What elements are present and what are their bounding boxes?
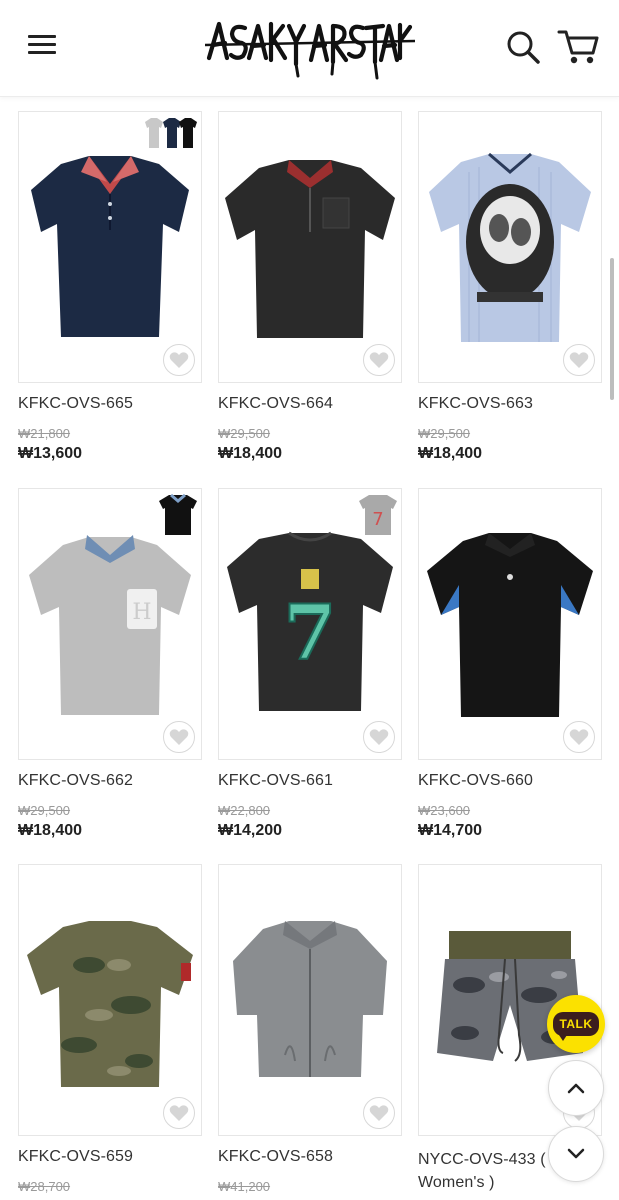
- svg-text:7: 7: [284, 588, 337, 677]
- page-scrollbar[interactable]: [610, 258, 614, 400]
- product-original-price: ₩23,600: [418, 803, 471, 818]
- product-image[interactable]: [18, 111, 202, 383]
- product-name[interactable]: KFKC-OVS-663: [418, 395, 533, 413]
- product-name[interactable]: KFKC-OVS-660: [418, 772, 533, 790]
- svg-text:7: 7: [372, 509, 383, 530]
- product-name[interactable]: KFKC-OVS-661: [218, 772, 333, 790]
- product-name[interactable]: KFKC-OVS-659: [18, 1148, 133, 1166]
- hamburger-menu-icon[interactable]: [24, 30, 60, 60]
- product-image[interactable]: [218, 864, 402, 1136]
- kakao-talk-button[interactable]: TALK: [547, 995, 605, 1053]
- color-swatch: 7: [359, 495, 397, 535]
- brand-logo[interactable]: ASAKY ARSTAKY: [204, 12, 416, 80]
- site-header: ASAKY ARSTAKY: [0, 0, 619, 97]
- product-image[interactable]: [418, 488, 602, 760]
- product-sale-price: ₩13,600: [18, 445, 83, 462]
- product-name[interactable]: KFKC-OVS-665: [18, 395, 133, 413]
- product-image[interactable]: H: [18, 488, 202, 760]
- heart-icon[interactable]: [163, 721, 195, 753]
- heart-icon[interactable]: [363, 1097, 395, 1129]
- product-original-price: ₩28,700: [18, 1179, 71, 1194]
- heart-icon[interactable]: [163, 344, 195, 376]
- scroll-bottom-button[interactable]: [548, 1126, 604, 1182]
- product-sale-price: ₩18,400: [418, 445, 483, 462]
- heart-icon[interactable]: [563, 344, 595, 376]
- heart-icon[interactable]: [363, 721, 395, 753]
- product-image[interactable]: 7 7: [218, 488, 402, 760]
- product-sale-price: ₩18,400: [218, 445, 283, 462]
- product-original-price: ₩29,500: [218, 426, 271, 441]
- product-image[interactable]: [218, 111, 402, 383]
- chevron-up-icon: [567, 1083, 585, 1094]
- product-name[interactable]: KFKC-OVS-662: [18, 772, 133, 790]
- product-original-price: ₩22,800: [218, 803, 271, 818]
- product-image[interactable]: [18, 864, 202, 1136]
- shopping-cart-icon[interactable]: [557, 26, 601, 66]
- product-original-price: ₩29,500: [18, 803, 71, 818]
- heart-icon[interactable]: [563, 721, 595, 753]
- product-image[interactable]: [418, 111, 602, 383]
- chevron-down-icon: [567, 1148, 585, 1159]
- product-sale-price: ₩14,200: [218, 822, 283, 839]
- product-original-price: ₩29,500: [418, 426, 471, 441]
- search-icon[interactable]: [504, 28, 542, 66]
- talk-label: TALK: [553, 1012, 599, 1041]
- product-original-price: ₩21,800: [18, 426, 71, 441]
- color-swatches: [145, 118, 197, 148]
- product-name[interactable]: KFKC-OVS-664: [218, 395, 333, 413]
- heart-icon[interactable]: [363, 344, 395, 376]
- product-sale-price: ₩18,400: [18, 822, 83, 839]
- scroll-top-button[interactable]: [548, 1060, 604, 1116]
- product-name[interactable]: KFKC-OVS-658: [218, 1148, 333, 1166]
- svg-text:H: H: [132, 600, 151, 625]
- product-name[interactable]: NYCC-OVS-433 ( Women's ): [418, 1148, 558, 1194]
- product-sale-price: ₩14,700: [418, 822, 483, 839]
- product-original-price: ₩41,200: [218, 1179, 271, 1194]
- heart-icon[interactable]: [163, 1097, 195, 1129]
- color-swatch: [159, 493, 197, 535]
